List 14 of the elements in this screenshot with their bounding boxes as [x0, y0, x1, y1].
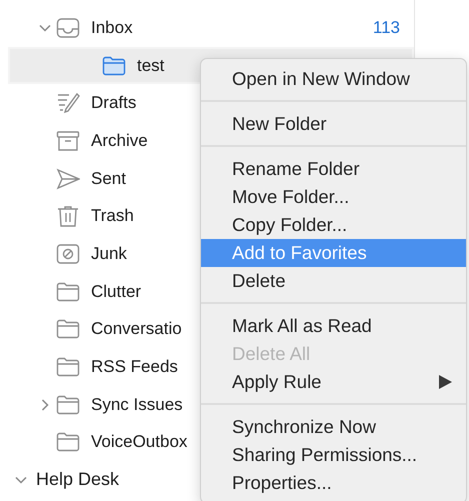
- folder-name: Sync Issues: [91, 394, 183, 415]
- folder-name: Inbox: [91, 18, 133, 38]
- folder-name: Drafts: [91, 93, 136, 114]
- unread-count: 113: [372, 18, 400, 38]
- folder-name: Junk: [91, 244, 127, 264]
- folder-name: Clutter: [91, 282, 142, 302]
- folder-name: Archive: [91, 130, 148, 151]
- folder-name: RSS Feeds: [91, 357, 178, 378]
- folder-name: VoiceOutbox: [91, 432, 188, 452]
- account-name: Help Desk: [36, 469, 120, 490]
- folder-name: Conversatio: [91, 319, 182, 340]
- folder-name: Sent: [91, 168, 126, 189]
- folder-name: Trash: [91, 206, 134, 226]
- folder-name: test: [137, 56, 164, 76]
